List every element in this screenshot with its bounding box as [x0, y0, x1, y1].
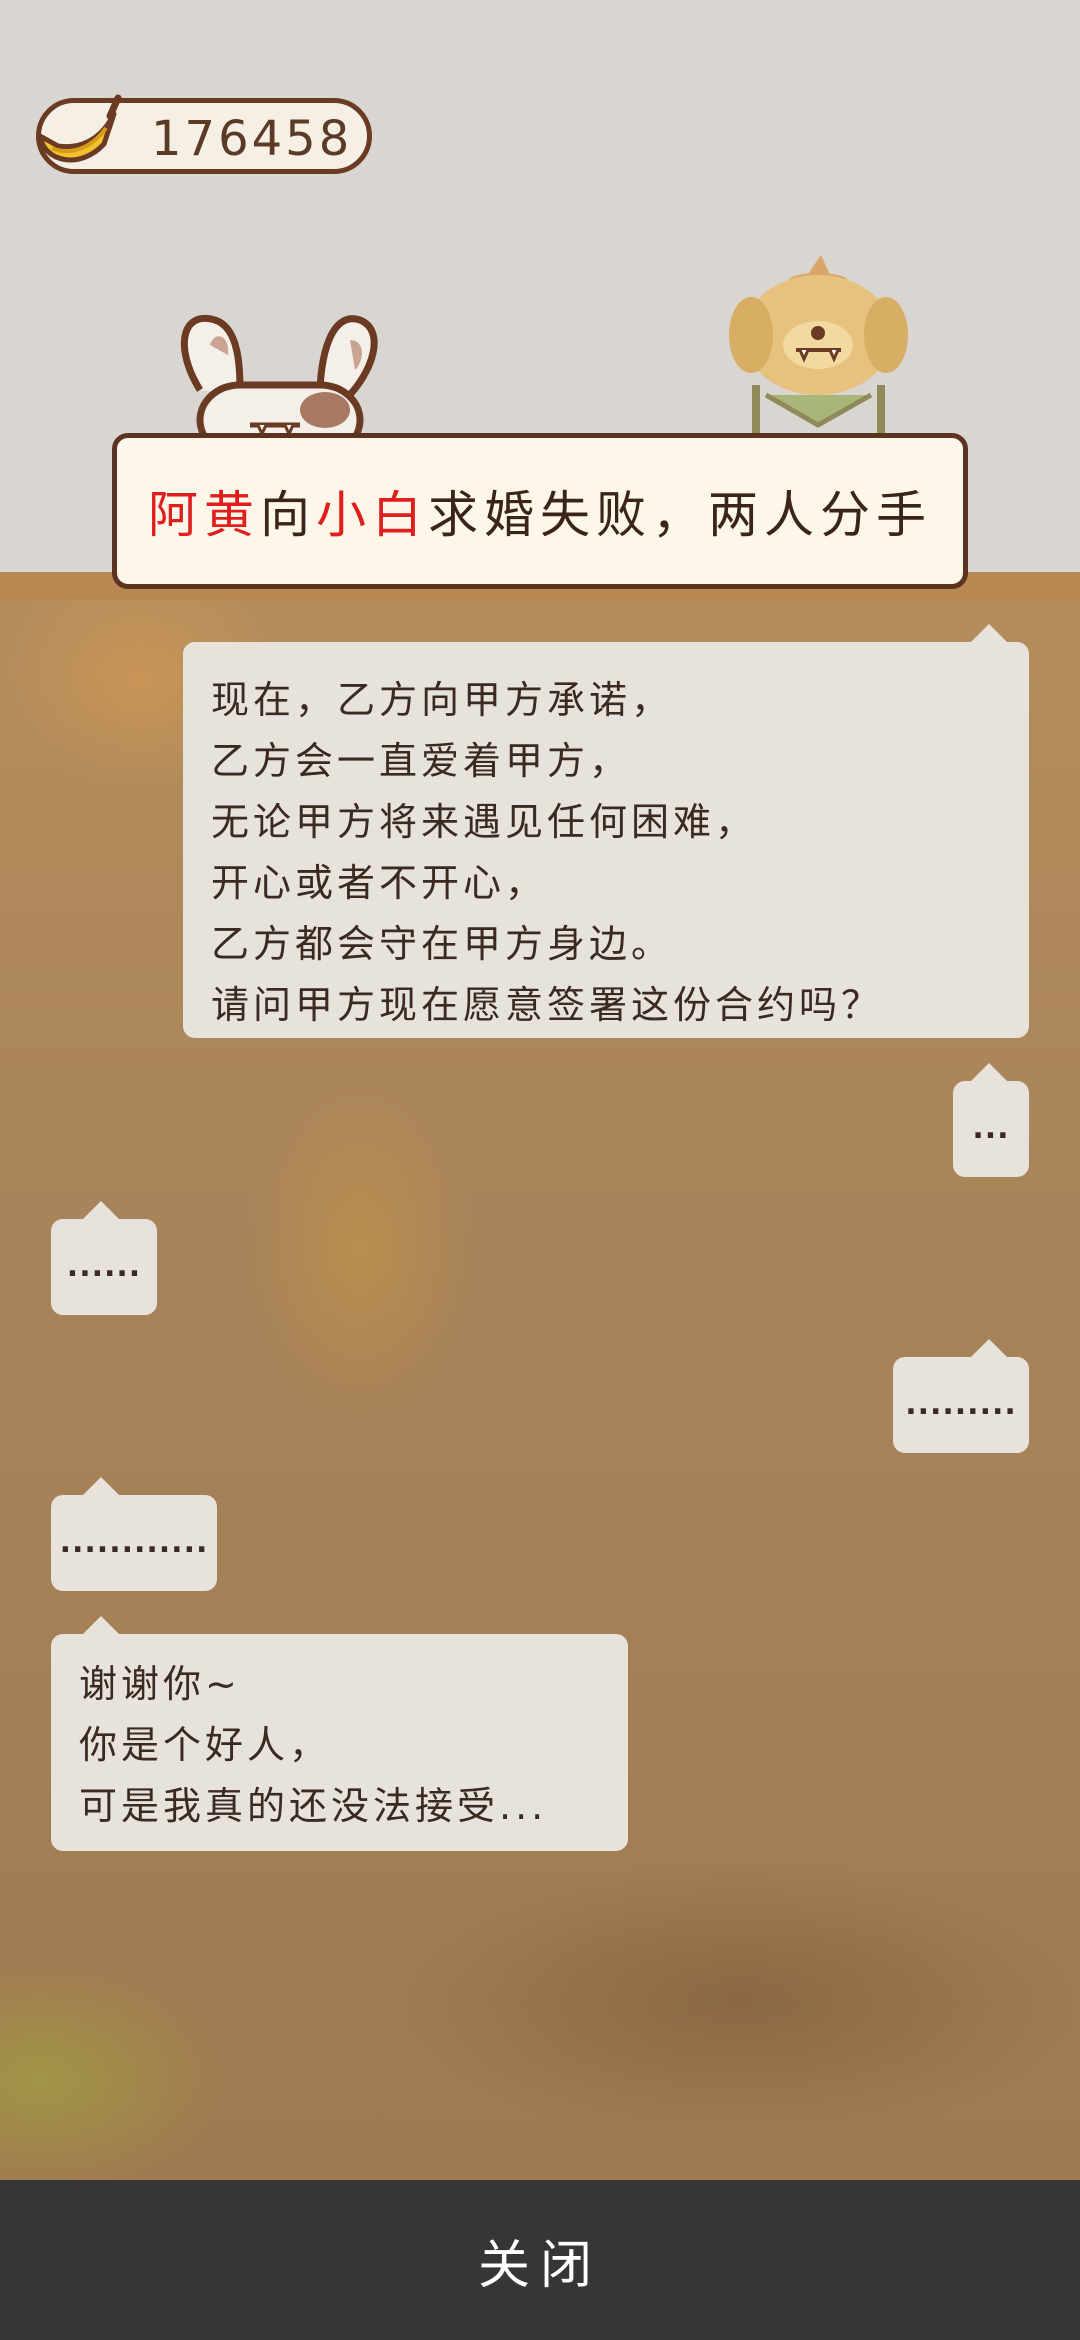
rabbit-character-icon [180, 315, 378, 450]
close-label: 关闭 [477, 2235, 602, 2296]
message-bubble: ...... [51, 1201, 157, 1315]
message-bubble: 谢谢你~ 你是个好人， 可是我真的还没法接受... [51, 1616, 628, 1851]
dog-character-icon [729, 255, 908, 445]
banana-count: 176458 [151, 111, 353, 167]
message-line: 乙方都会守在甲方身边。 [211, 922, 674, 966]
message-line: 可是我真的还没法接受... [79, 1784, 548, 1828]
banana-icon [37, 94, 122, 163]
close-button[interactable]: 关闭 [0, 2180, 1080, 2340]
message-line: 现在，乙方向甲方承诺， [211, 678, 674, 722]
banner-name-b: 小白 [316, 486, 428, 544]
banner-name-a: 阿黄 [148, 486, 260, 544]
message-line: 无论甲方将来遇见任何困难， [211, 800, 758, 844]
message-bubble: ............ [51, 1477, 217, 1591]
banner-text: 求婚失败，两人分手 [428, 486, 932, 544]
message-line: 开心或者不开心， [211, 861, 548, 905]
message-bubble: ... [953, 1063, 1029, 1177]
banner-connector: 向 [260, 486, 316, 544]
message-line: 谢谢你~ [79, 1662, 241, 1706]
message-line: 乙方会一直爱着甲方， [211, 739, 632, 783]
event-banner: 阿黄向小白 求婚失败，两人分手 [112, 433, 968, 589]
message-bubble: ......... [893, 1339, 1029, 1453]
message-line: 你是个好人， [79, 1723, 332, 1767]
message-bubble: 现在，乙方向甲方承诺， 乙方会一直爱着甲方， 无论甲方将来遇见任何困难， 开心或… [183, 624, 1029, 1038]
message-line: 请问甲方现在愿意签署这份合约吗？ [211, 983, 884, 1027]
